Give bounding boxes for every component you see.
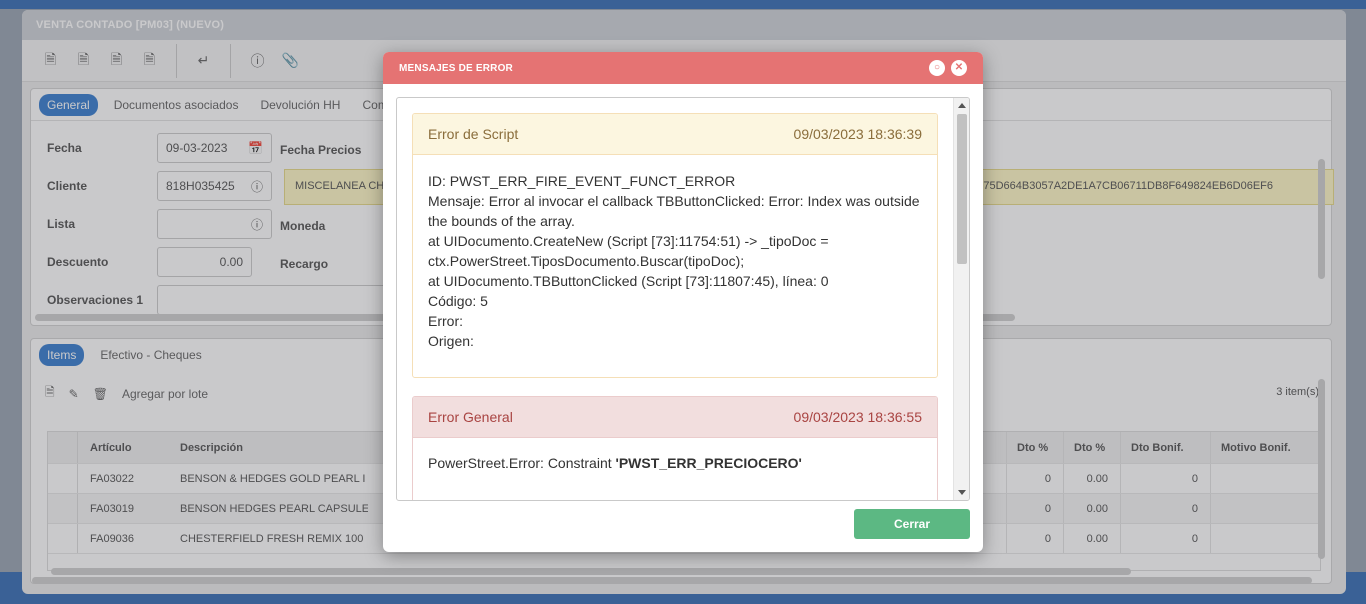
message-header: Error de Script 09/03/2023 18:36:39: [413, 114, 937, 155]
scroll-up-icon[interactable]: [958, 103, 966, 108]
message-line: Error:: [428, 313, 463, 329]
message-body: ID: PWST_ERR_FIRE_EVENT_FUNCT_ERROR Mens…: [413, 155, 937, 377]
message-body: PowerStreet.Error: Constraint 'PWST_ERR_…: [413, 438, 937, 488]
message-line: at UIDocumento.TBButtonClicked (Script […: [428, 273, 829, 289]
scroll-down-icon[interactable]: [958, 490, 966, 495]
message-line: Mensaje: Error al invocar el callback TB…: [428, 193, 920, 229]
messages-scrollbar[interactable]: [953, 98, 969, 500]
dialog-header: MENSAJES DE ERROR ○ ✕: [383, 52, 983, 84]
dialog-controls: ○ ✕: [929, 60, 967, 76]
message-timestamp: 09/03/2023 18:36:55: [793, 409, 922, 425]
message-line: Código: 5: [428, 293, 488, 309]
dialog-title: MENSAJES DE ERROR: [399, 62, 513, 74]
message-line: Origen:: [428, 333, 474, 349]
cerrar-button[interactable]: Cerrar: [854, 509, 970, 539]
message-card-script: Error de Script 09/03/2023 18:36:39 ID: …: [412, 113, 938, 378]
message-type: Error de Script: [428, 126, 519, 142]
error-messages-dialog: MENSAJES DE ERROR ○ ✕ Error de Script 09…: [383, 52, 983, 552]
message-header: Error General 09/03/2023 18:36:55: [413, 397, 937, 438]
message-line: at UIDocumento.CreateNew (Script [73]:11…: [428, 233, 829, 269]
messages-list: Error de Script 09/03/2023 18:36:39 ID: …: [396, 97, 970, 501]
message-prefix: PowerStreet.Error: Constraint: [428, 455, 616, 471]
message-constraint: 'PWST_ERR_PRECIOCERO': [615, 455, 802, 471]
minimize-icon[interactable]: ○: [929, 60, 945, 76]
message-line: ID: PWST_ERR_FIRE_EVENT_FUNCT_ERROR: [428, 173, 736, 189]
scroll-thumb[interactable]: [957, 114, 967, 264]
message-card-general: Error General 09/03/2023 18:36:55 PowerS…: [412, 396, 938, 500]
close-icon[interactable]: ✕: [951, 60, 967, 76]
message-type: Error General: [428, 409, 513, 425]
message-timestamp: 09/03/2023 18:36:39: [793, 126, 922, 142]
